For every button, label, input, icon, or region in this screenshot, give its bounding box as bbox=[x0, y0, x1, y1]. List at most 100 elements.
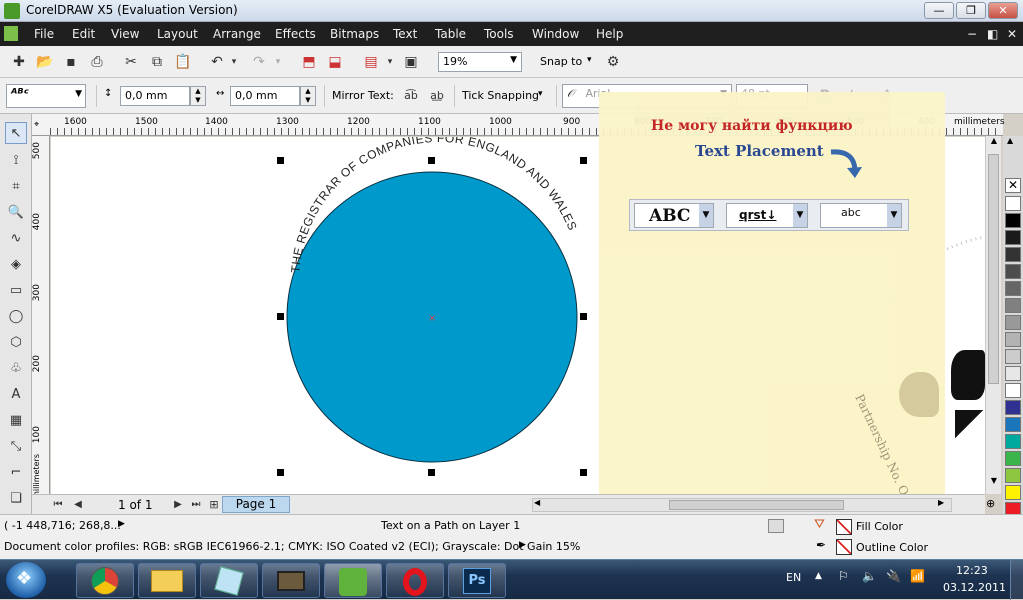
zoom-tool-icon[interactable]: 🔍 bbox=[5, 202, 27, 224]
menu-window[interactable]: Window bbox=[532, 27, 579, 41]
vertical-ruler[interactable]: 500 400 300 200 100 millimeters bbox=[32, 136, 50, 499]
interactive-blend-icon[interactable]: ❏ bbox=[5, 488, 27, 510]
color-swatch[interactable] bbox=[1005, 434, 1021, 449]
show-desktop-button[interactable] bbox=[1010, 560, 1023, 600]
launcher-dropdown-icon[interactable]: ▾ bbox=[384, 51, 396, 73]
power-icon[interactable]: 🔌 bbox=[886, 569, 901, 583]
menu-text[interactable]: Text bbox=[393, 27, 417, 41]
text-tool-icon[interactable]: A bbox=[5, 384, 27, 406]
open-icon[interactable]: 📂 bbox=[34, 51, 56, 73]
pick-tool-icon[interactable]: ↖ bbox=[5, 122, 27, 144]
page-first-icon[interactable]: ⏮ bbox=[50, 494, 66, 516]
ellipse-tool-icon[interactable]: ◯ bbox=[5, 306, 27, 328]
application-launcher-icon[interactable]: ▤ bbox=[360, 51, 382, 73]
color-swatch[interactable] bbox=[1005, 315, 1021, 330]
ruler-origin-icon[interactable]: ⌖ bbox=[34, 120, 39, 130]
color-swatch[interactable] bbox=[1005, 247, 1021, 262]
signal-icon[interactable]: 📶 bbox=[910, 569, 925, 583]
color-swatch[interactable] bbox=[1005, 213, 1021, 228]
menu-bitmaps[interactable]: Bitmaps bbox=[330, 27, 379, 41]
no-color-swatch[interactable]: ✕ bbox=[1005, 178, 1021, 193]
menu-help[interactable]: Help bbox=[596, 27, 623, 41]
paste-icon[interactable]: 📋 bbox=[172, 51, 194, 73]
fill-color-swatch[interactable] bbox=[836, 519, 852, 535]
connector-tool-icon[interactable]: ⌐ bbox=[5, 462, 27, 484]
selection-handle[interactable] bbox=[277, 157, 284, 164]
import-icon[interactable]: ⬒ bbox=[298, 51, 320, 73]
crop-tool-icon[interactable]: ⌗ bbox=[5, 176, 27, 198]
taskbar-explorer[interactable] bbox=[138, 563, 196, 598]
distance-from-path-input[interactable]: 0,0 mm bbox=[120, 86, 190, 106]
menu-tools[interactable]: Tools bbox=[484, 27, 514, 41]
maximize-button[interactable]: ❐ bbox=[956, 2, 986, 19]
undo-dropdown-icon[interactable]: ▾ bbox=[228, 51, 240, 73]
dimension-tool-icon[interactable]: ⤡ bbox=[5, 436, 27, 458]
coords-expand-icon[interactable]: ▶ bbox=[118, 519, 125, 529]
print-icon[interactable]: ⎙ bbox=[86, 51, 108, 73]
scroll-thumb[interactable] bbox=[988, 154, 999, 384]
show-hidden-icons-icon[interactable]: ▲ bbox=[815, 571, 822, 581]
fill-bucket-icon[interactable]: ⛛ bbox=[814, 517, 825, 532]
copy-icon[interactable]: ⧉ bbox=[146, 51, 168, 73]
welcome-screen-icon[interactable]: ▣ bbox=[400, 51, 422, 73]
path-preset-select[interactable]: ᴬᴮᶜ ▼ bbox=[6, 84, 86, 108]
horizontal-scrollbar[interactable]: ◀ ▶ bbox=[532, 498, 952, 512]
menu-edit[interactable]: Edit bbox=[72, 27, 95, 41]
polygon-tool-icon[interactable]: ⬡ bbox=[5, 332, 27, 354]
selection-handle[interactable] bbox=[428, 157, 435, 164]
taskbar-app-4[interactable] bbox=[262, 563, 320, 598]
menu-layout[interactable]: Layout bbox=[157, 27, 198, 41]
rectangle-tool-icon[interactable]: ▭ bbox=[5, 280, 27, 302]
zoom-level-select[interactable]: 19% ▼ bbox=[438, 52, 522, 72]
cut-icon[interactable]: ✂ bbox=[120, 51, 142, 73]
selection-handle[interactable] bbox=[580, 313, 587, 320]
navigator-icon[interactable]: ⊕ bbox=[986, 497, 995, 510]
tick-snapping-label[interactable]: Tick Snapping bbox=[462, 89, 539, 102]
selection-handle[interactable] bbox=[580, 469, 587, 476]
color-swatch[interactable] bbox=[1005, 366, 1021, 381]
hscroll-right-icon[interactable]: ▶ bbox=[938, 498, 944, 507]
undo-icon[interactable]: ↶ bbox=[206, 51, 228, 73]
smart-fill-icon[interactable]: ◈ bbox=[5, 254, 27, 276]
scroll-down-icon[interactable]: ▼ bbox=[987, 476, 1001, 490]
color-swatch[interactable] bbox=[1005, 417, 1021, 432]
hscroll-left-icon[interactable]: ◀ bbox=[534, 498, 540, 507]
close-button[interactable]: ✕ bbox=[988, 2, 1018, 19]
color-swatch[interactable] bbox=[1005, 281, 1021, 296]
shape-tool-icon[interactable]: ⟟ bbox=[5, 150, 27, 172]
save-icon[interactable]: ▪ bbox=[60, 51, 82, 73]
redo-dropdown-icon[interactable]: ▾ bbox=[272, 51, 284, 73]
outline-pen-icon[interactable]: ✒ bbox=[816, 538, 826, 552]
clock-time[interactable]: 12:23 bbox=[956, 564, 988, 577]
export-icon[interactable]: ⬓ bbox=[324, 51, 346, 73]
color-swatch[interactable] bbox=[1005, 383, 1021, 398]
color-swatch[interactable] bbox=[1005, 400, 1021, 415]
placement-dropdown-3[interactable]: abc ▼ bbox=[820, 203, 902, 228]
start-button[interactable]: ❖ bbox=[6, 562, 46, 598]
menu-view[interactable]: View bbox=[111, 27, 139, 41]
vertical-scrollbar[interactable]: ▲ ▼ bbox=[985, 136, 1001, 494]
minimize-button[interactable]: — bbox=[924, 2, 954, 19]
page-prev-icon[interactable]: ◀ bbox=[70, 494, 86, 516]
page-next-icon[interactable]: ▶ bbox=[170, 494, 186, 516]
taskbar-opera[interactable] bbox=[386, 563, 444, 598]
profiles-expand-icon[interactable]: ▶ bbox=[519, 540, 526, 550]
selection-handle[interactable] bbox=[277, 313, 284, 320]
doc-minimize-button[interactable]: − bbox=[967, 27, 977, 41]
color-swatch[interactable] bbox=[1005, 332, 1021, 347]
taskbar-chrome[interactable] bbox=[76, 563, 134, 598]
options-icon[interactable]: ⚙ bbox=[602, 51, 624, 73]
placement-dropdown-2[interactable]: qrst↓ ▼ bbox=[726, 203, 808, 228]
mirror-vertical-icon[interactable]: a͟b bbox=[426, 85, 448, 107]
table-tool-icon[interactable]: ▦ bbox=[5, 410, 27, 432]
color-swatch[interactable] bbox=[1005, 451, 1021, 466]
menu-effects[interactable]: Effects bbox=[275, 27, 316, 41]
hscroll-thumb[interactable] bbox=[669, 500, 844, 510]
outline-color-swatch[interactable] bbox=[836, 539, 852, 555]
color-swatch[interactable] bbox=[1005, 298, 1021, 313]
menu-arrange[interactable]: Arrange bbox=[213, 27, 261, 41]
doc-restore-button[interactable]: ◧ bbox=[987, 27, 998, 41]
distance-stepper[interactable]: ▲ ▼ bbox=[190, 86, 206, 106]
color-swatch[interactable] bbox=[1005, 468, 1021, 483]
taskbar-app-3[interactable] bbox=[200, 563, 258, 598]
